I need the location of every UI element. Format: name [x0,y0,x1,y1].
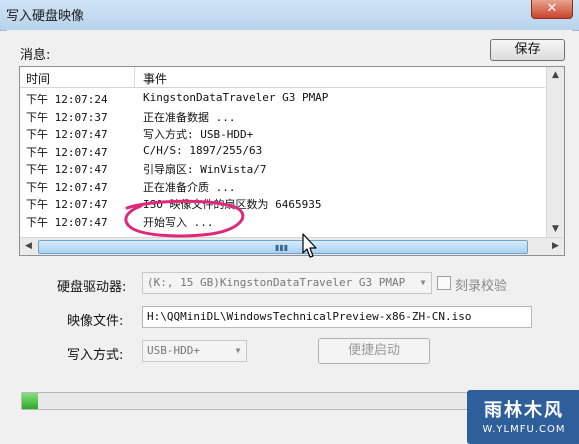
verify-checkbox[interactable] [437,276,451,290]
log-event: KingstonDataTraveler G3 PMAP [143,91,329,104]
quick-boot-button[interactable]: 便捷启动 [318,338,430,364]
log-event: 写入方式: USB-HDD+ [143,128,254,141]
log-time: 下午 12:07:47 [26,128,108,141]
image-file-label: 映像文件: [67,314,124,329]
window-title: 写入硬盘映像 [6,9,85,24]
dialog-body: 消息: 保存 时间 事件 下午 12:07:24 KingstonDataTrav… [7,30,579,444]
image-file-field[interactable]: H:\QQMiniDL\WindowsTechnicalPreview-x86-… [142,306,532,328]
hand-drawn-circle-annotation [124,199,245,238]
log-time: 下午 12:07:47 [26,198,108,211]
arrow-up-icon[interactable]: ▲ [547,67,564,84]
verify-label: 刻录校验 [455,279,508,294]
mouse-cursor-icon [302,233,317,258]
drive-label: 硬盘驱动器: [57,280,127,295]
drive-select[interactable]: (K:, 15 GB)KingstonDataTraveler G3 PMAP … [142,272,432,294]
log-event: 正在准备数据 ... [143,110,236,124]
log-time: 下午 12:07:47 [26,180,108,194]
image-file-value: H:\QQMiniDL\WindowsTechnicalPreview-x86-… [147,310,472,323]
log-row: 下午 12:07:47 C/H/S: 1897/255/63 [20,144,545,162]
grip-icon: ▮▮▮ [275,243,289,252]
message-log[interactable]: 时间 事件 下午 12:07:24 KingstonDataTraveler G3… [19,66,565,256]
arrow-down-icon[interactable]: ▼ [547,221,564,238]
scroll-thumb[interactable]: ▮▮▮ [38,240,528,254]
log-time: 下午 12:07:47 [26,145,108,159]
chevron-down-icon: ▼ [420,278,426,287]
watermark-title: 雨林木风 [484,400,564,421]
write-mode-value: USB-HDD+ [147,344,200,357]
arrow-left-icon[interactable]: ◀ [20,238,37,255]
log-time: 下午 12:07:24 [26,93,108,106]
title-bar: 写入硬盘映像 ✕ [0,0,579,31]
column-divider[interactable] [134,67,135,87]
log-time: 下午 12:07:47 [26,215,108,229]
drive-select-value: (K:, 15 GB)KingstonDataTraveler G3 PMAP [147,276,406,289]
messages-label: 消息: [20,48,51,63]
log-event: C/H/S: 1897/255/63 [143,143,263,157]
log-event: 正在准备介质 ... [143,180,236,194]
chevron-down-icon: ▼ [235,346,241,355]
log-row: 下午 12:07:37 正在准备数据 ... [20,109,545,127]
save-button[interactable]: 保存 [490,39,565,61]
close-icon: ✕ [546,1,558,16]
arrow-right-icon[interactable]: ▶ [547,238,564,255]
column-event-header[interactable]: 事件 [143,70,167,87]
column-time-header[interactable]: 时间 [26,70,50,87]
log-row: 下午 12:07:47 写入方式: USB-HDD+ [20,126,545,144]
progress-fill [22,393,39,409]
log-row: 下午 12:07:47 ISO 映像文件的扇区数为 6465935 [20,196,545,214]
write-mode-select[interactable]: USB-HDD+ ▼ [142,340,247,362]
close-button[interactable]: ✕ [531,0,573,19]
vertical-scrollbar[interactable]: ▲ ▼ [546,67,564,238]
horizontal-scrollbar[interactable]: ◀ ▮▮▮ ▶ [20,237,564,255]
log-time: 下午 12:07:47 [26,163,108,176]
log-rows: 下午 12:07:24 KingstonDataTraveler G3 PMAP … [20,91,545,231]
site-watermark-logo: 雨林木风 W.YLMFU.COM [467,390,579,444]
log-time: 下午 12:07:37 [26,110,108,124]
watermark-url: W.YLMFU.COM [482,424,566,435]
log-row: 下午 12:07:24 KingstonDataTraveler G3 PMAP [20,91,545,109]
log-row: 下午 12:07:47 正在准备介质 ... [20,179,545,197]
write-mode-label: 写入方式: [67,348,124,363]
log-event: 引导扇区: WinVista/7 [143,163,267,176]
log-header: 时间 事件 [20,67,545,88]
log-row: 下午 12:07:47 开始写入 ... [20,214,545,232]
log-row: 下午 12:07:47 引导扇区: WinVista/7 [20,161,545,179]
